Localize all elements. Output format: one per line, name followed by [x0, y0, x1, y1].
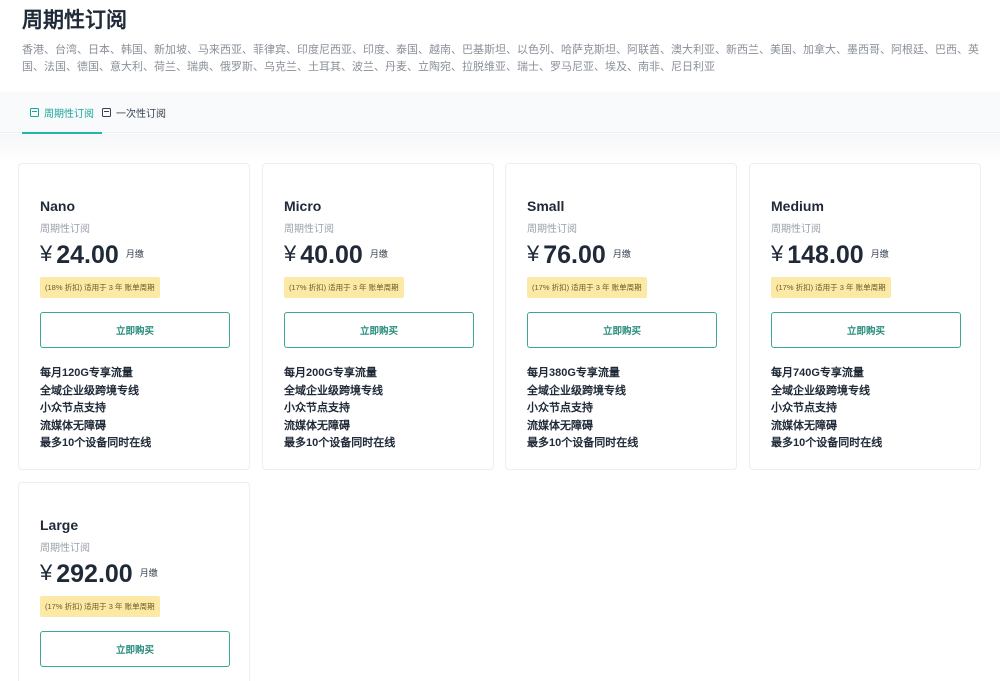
price-amount: 148.00 — [787, 241, 864, 269]
feature-item: 流媒体无障碍 — [527, 419, 593, 432]
price-amount: 292.00 — [56, 560, 133, 588]
currency-symbol: ¥ — [284, 241, 297, 266]
price-amount: 24.00 — [56, 241, 119, 269]
plans-area: Nano 周期性订阅 ¥ 24.00 月缴 (18% 折扣) 适用于 3 年 账… — [0, 134, 1000, 681]
feature-list: 每月120G专享流量 全域企业级跨境专线 小众节点支持 流媒体无障碍 最多10个… — [40, 365, 151, 453]
plan-name: Large — [40, 517, 79, 533]
feature-item: 每月380G专享流量 — [527, 367, 620, 379]
price-unit: 月缴 — [125, 249, 144, 259]
feature-item: 最多10个设备同时在线 — [527, 437, 639, 449]
feature-item: 小众节点支持 — [40, 402, 106, 414]
price-amount: 40.00 — [300, 241, 363, 269]
feature-item: 每月120G专享流量 — [40, 367, 133, 379]
price-unit: 月缴 — [369, 249, 388, 259]
plan-name: Medium — [771, 198, 824, 214]
buy-now-button[interactable]: 立即购买 — [527, 312, 717, 348]
tab-label: 周期性订阅 — [44, 109, 94, 120]
plan-price: ¥ 148.00 月缴 — [771, 239, 889, 271]
supported-regions-text: 香港、台湾、日本、韩国、新加坡、马来西亚、菲律宾、印度尼西亚、印度、泰国、越南、… — [22, 44, 979, 73]
feature-item: 全域企业级跨境专线 — [40, 384, 139, 397]
discount-badge: (17% 折扣) 适用于 3 年 账单周期 — [771, 277, 891, 298]
plan-period: 周期性订阅 — [284, 224, 334, 235]
discount-badge: (17% 折扣) 适用于 3 年 账单周期 — [284, 277, 404, 298]
buy-now-button[interactable]: 立即购买 — [40, 631, 230, 667]
plan-period: 周期性订阅 — [40, 224, 90, 235]
tab-one-time-subscription[interactable]: 一次性订阅 — [102, 92, 166, 133]
currency-symbol: ¥ — [40, 241, 53, 266]
page-title: 周期性订阅 — [22, 9, 127, 32]
plan-price: ¥ 76.00 月缴 — [527, 239, 631, 271]
currency-symbol: ¥ — [771, 241, 784, 266]
discount-badge: (18% 折扣) 适用于 3 年 账单周期 — [40, 277, 160, 298]
price-unit: 月缴 — [139, 568, 158, 578]
plan-card-micro: Micro 周期性订阅 ¥ 40.00 月缴 (17% 折扣) 适用于 3 年 … — [262, 163, 494, 470]
discount-badge: (17% 折扣) 适用于 3 年 账单周期 — [527, 277, 647, 298]
tab-label: 一次性订阅 — [116, 109, 166, 120]
plan-card-nano: Nano 周期性订阅 ¥ 24.00 月缴 (18% 折扣) 适用于 3 年 账… — [18, 163, 250, 470]
plan-name: Micro — [284, 198, 322, 214]
discount-badge: (17% 折扣) 适用于 3 年 账单周期 — [40, 596, 160, 617]
feature-list: 每月380G专享流量 全域企业级跨境专线 小众节点支持 流媒体无障碍 最多10个… — [527, 365, 638, 453]
feature-item: 小众节点支持 — [284, 402, 350, 414]
feature-item: 最多10个设备同时在线 — [284, 437, 396, 449]
calendar-icon — [102, 108, 111, 117]
feature-item: 流媒体无障碍 — [40, 419, 106, 432]
feature-item: 流媒体无障碍 — [284, 419, 350, 432]
price-unit: 月缴 — [612, 249, 631, 259]
feature-item: 最多10个设备同时在线 — [771, 437, 883, 449]
plan-card-large: Large 周期性订阅 ¥ 292.00 月缴 (17% 折扣) 适用于 3 年… — [18, 482, 250, 681]
currency-symbol: ¥ — [40, 560, 53, 585]
feature-item: 每月740G专享流量 — [771, 367, 864, 379]
calendar-icon — [30, 108, 39, 117]
feature-item: 全域企业级跨境专线 — [527, 384, 626, 397]
feature-item: 小众节点支持 — [771, 402, 837, 414]
plan-card-medium: Medium 周期性订阅 ¥ 148.00 月缴 (17% 折扣) 适用于 3 … — [749, 163, 981, 470]
plan-price: ¥ 40.00 月缴 — [284, 239, 388, 271]
plan-name: Small — [527, 198, 565, 214]
plan-name: Nano — [40, 198, 75, 214]
feature-list: 每月740G专享流量 全域企业级跨境专线 小众节点支持 流媒体无障碍 最多10个… — [771, 365, 882, 453]
subscription-tabs: 周期性订阅 一次性订阅 — [0, 92, 1000, 134]
plan-period: 周期性订阅 — [771, 224, 821, 235]
feature-list: 每月200G专享流量 全域企业级跨境专线 小众节点支持 流媒体无障碍 最多10个… — [284, 365, 395, 453]
feature-item: 最多10个设备同时在线 — [40, 437, 152, 449]
feature-item: 每月200G专享流量 — [284, 367, 377, 379]
buy-now-button[interactable]: 立即购买 — [284, 312, 474, 348]
buy-now-button[interactable]: 立即购买 — [40, 312, 230, 348]
page-header: 周期性订阅 香港、台湾、日本、韩国、新加坡、马来西亚、菲律宾、印度尼西亚、印度、… — [0, 0, 1000, 92]
price-unit: 月缴 — [870, 249, 889, 259]
plan-price: ¥ 24.00 月缴 — [40, 239, 144, 271]
feature-item: 全域企业级跨境专线 — [771, 384, 870, 397]
currency-symbol: ¥ — [527, 241, 540, 266]
plan-period: 周期性订阅 — [40, 543, 90, 554]
feature-item: 小众节点支持 — [527, 402, 593, 414]
feature-item: 全域企业级跨境专线 — [284, 384, 383, 397]
plan-period: 周期性订阅 — [527, 224, 577, 235]
tab-recurring-subscription[interactable]: 周期性订阅 — [22, 92, 102, 134]
price-amount: 76.00 — [543, 241, 606, 269]
plan-card-small: Small 周期性订阅 ¥ 76.00 月缴 (17% 折扣) 适用于 3 年 … — [505, 163, 737, 470]
plan-price: ¥ 292.00 月缴 — [40, 558, 158, 590]
feature-item: 流媒体无障碍 — [771, 419, 837, 432]
buy-now-button[interactable]: 立即购买 — [771, 312, 961, 348]
